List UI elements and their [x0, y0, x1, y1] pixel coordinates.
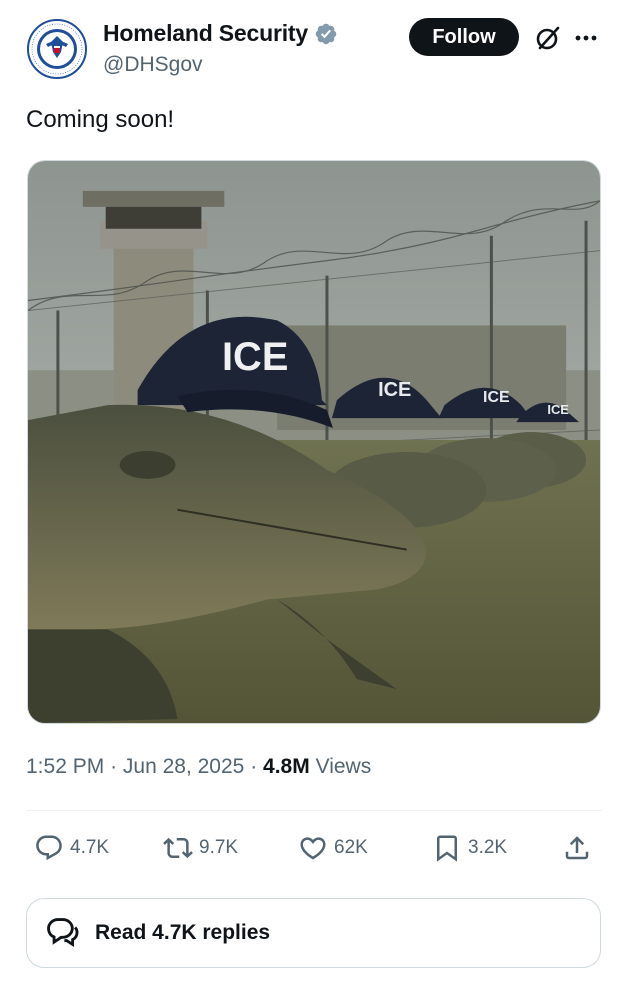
- like-count: 62K: [334, 837, 368, 858]
- account-handle[interactable]: @DHSgov: [103, 53, 203, 77]
- meta-separator-2: ·: [250, 755, 258, 778]
- repost-icon: [163, 837, 193, 859]
- bookmark-icon: [437, 835, 457, 862]
- cap-text-1: ICE: [222, 335, 288, 379]
- follow-button[interactable]: Follow: [409, 18, 519, 56]
- heart-icon: [300, 837, 326, 860]
- reply-button[interactable]: 4.7K: [34, 828, 109, 868]
- tweet-date[interactable]: Jun 28, 2025: [123, 755, 244, 778]
- bookmark-count: 3.2K: [468, 837, 508, 858]
- display-name[interactable]: Homeland Security: [103, 20, 308, 47]
- bookmark-button[interactable]: 3.2K: [432, 828, 507, 868]
- cap-text-4: ICE: [547, 402, 569, 417]
- alligators-in-ice-caps-image: ICE ICE ICE ICE: [28, 161, 600, 723]
- share-icon: [565, 836, 589, 860]
- meta-separator-1: ·: [110, 755, 118, 778]
- tweet-meta: 1:52 PM · Jun 28, 2025 · 4.8M Views: [26, 755, 371, 779]
- more-options-icon[interactable]: [572, 24, 600, 52]
- divider: [26, 810, 602, 811]
- verified-badge-icon[interactable]: [314, 22, 338, 46]
- action-bar: 4.7K 9.7K 62K 3.2K: [0, 828, 628, 868]
- read-replies-label: Read 4.7K replies: [95, 921, 271, 944]
- like-button[interactable]: 62K: [298, 828, 368, 868]
- tweet-image[interactable]: ICE ICE ICE ICE: [27, 160, 601, 724]
- reply-icon: [36, 835, 62, 861]
- grok-icon[interactable]: [534, 24, 562, 52]
- name-row: Homeland Security: [103, 20, 338, 47]
- reply-count: 4.7K: [70, 837, 110, 858]
- conversation-bubbles-icon: [47, 918, 79, 947]
- repost-button[interactable]: 9.7K: [163, 828, 238, 868]
- read-replies-button[interactable]: Read 4.7K replies: [26, 898, 601, 968]
- share-button[interactable]: [562, 828, 598, 868]
- cap-text-3: ICE: [483, 389, 510, 406]
- tweet-text: Coming soon!: [26, 106, 175, 133]
- repost-count: 9.7K: [199, 837, 239, 858]
- tweet-time[interactable]: 1:52 PM: [26, 755, 104, 778]
- views-count: 4.8M: [263, 755, 310, 778]
- views-label: Views: [315, 755, 372, 778]
- tweet-header: Homeland Security @DHSgov Follow: [0, 0, 628, 100]
- dhs-seal-avatar[interactable]: [26, 18, 88, 80]
- cap-text-2: ICE: [378, 379, 411, 401]
